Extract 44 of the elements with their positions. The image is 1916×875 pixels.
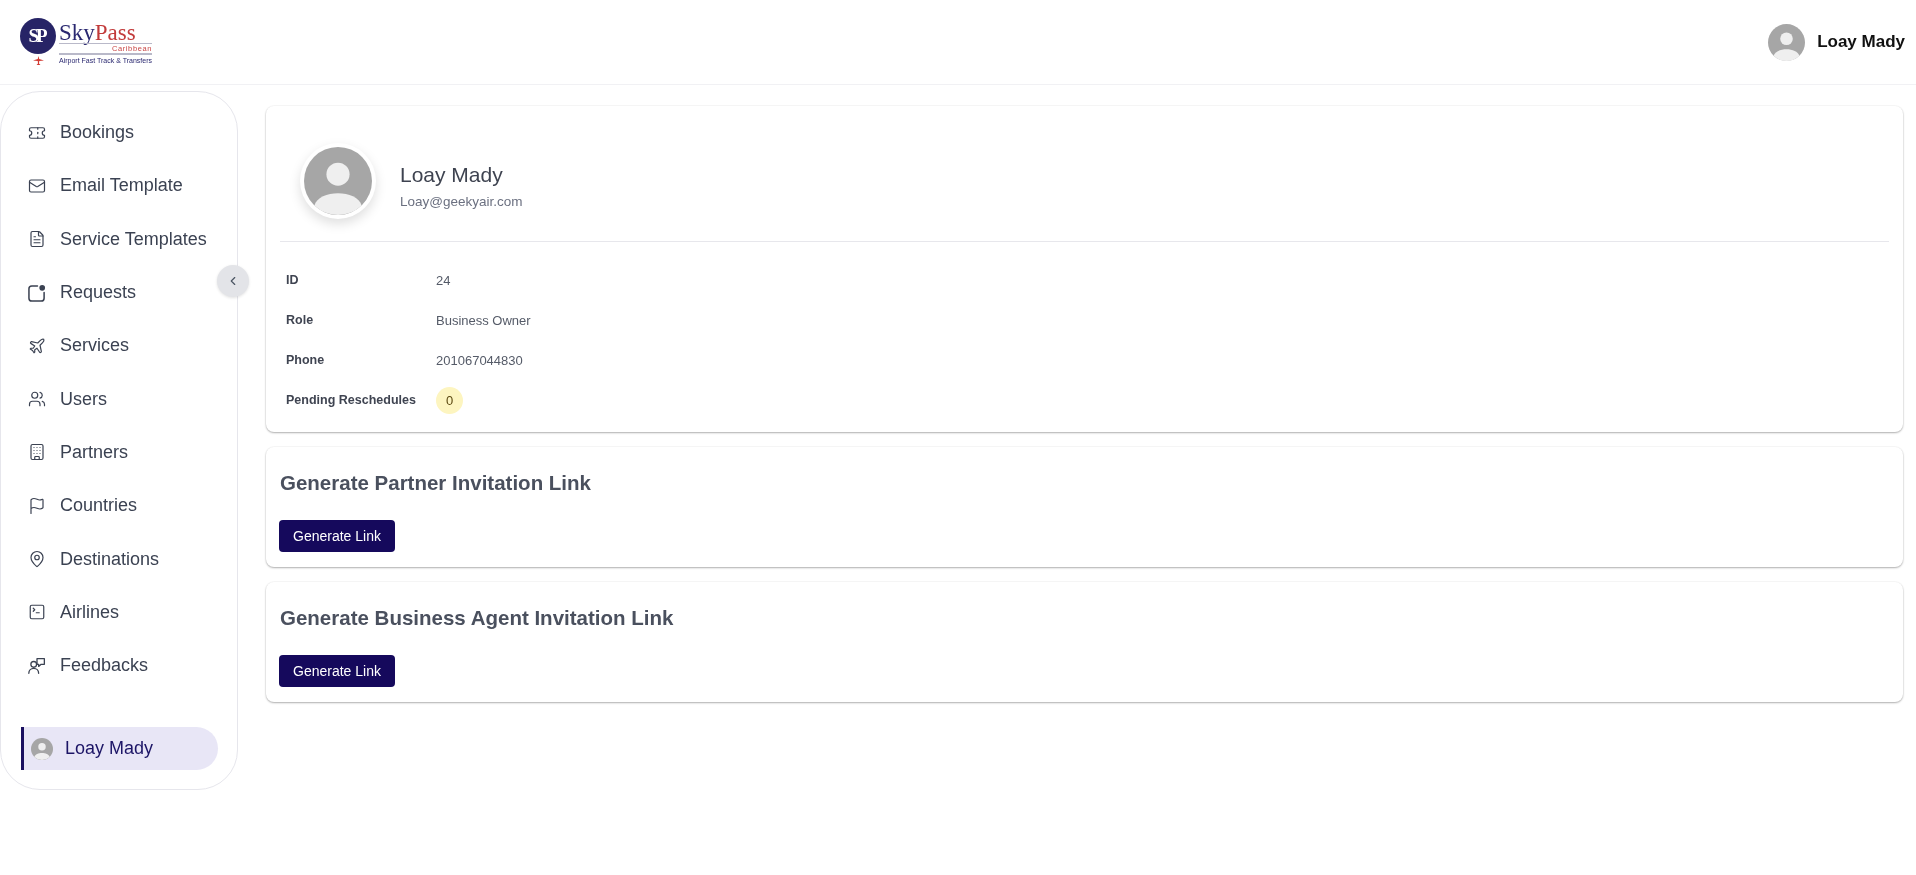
- sidebar-item[interactable]: Countries: [28, 479, 138, 533]
- sidebar-item[interactable]: Users: [28, 372, 107, 426]
- generate-link-button[interactable]: Generate Link: [279, 655, 395, 687]
- plane-icon: [28, 336, 46, 355]
- avatar-icon: [300, 143, 376, 219]
- generate-link-button[interactable]: Generate Link: [279, 520, 395, 552]
- sidebar-item[interactable]: Services: [28, 319, 130, 373]
- sidebar-profile-item[interactable]: Loay Mady: [21, 727, 218, 770]
- logo-monogram: SP: [20, 17, 56, 54]
- avatar-icon: [31, 737, 53, 760]
- person-speech-bubble-icon: [28, 656, 46, 675]
- sidebar-item[interactable]: Partners: [28, 425, 129, 480]
- field-label: Phone: [286, 353, 326, 367]
- count-badge: 0: [436, 386, 463, 414]
- collapse-button[interactable]: [217, 265, 249, 297]
- section-title: Generate Partner Invitation Link: [280, 470, 591, 496]
- field-value: 24: [436, 272, 451, 288]
- section-title: Generate Business Agent Invitation Link: [280, 605, 674, 631]
- users-icon: [28, 390, 46, 409]
- document-icon: [28, 230, 46, 249]
- sidebar-item[interactable]: Bookings: [28, 106, 135, 160]
- sidebar-item[interactable]: Feedbacks: [28, 638, 149, 693]
- field-value: Business Owner: [436, 312, 531, 328]
- user-menu[interactable]: Loay Mady: [1768, 23, 1905, 61]
- field-label: ID: [286, 273, 300, 287]
- profile-name: Loay Mady: [400, 162, 503, 188]
- mail-icon: [28, 176, 46, 195]
- terminal-icon: [28, 603, 46, 622]
- flag-icon: [28, 496, 46, 515]
- field-label: Pending Reschedules: [286, 393, 417, 407]
- sidebar-item[interactable]: Service Templates: [28, 212, 207, 266]
- building-icon: [28, 443, 46, 462]
- logo-wordmark: SkyPass: [59, 22, 136, 43]
- field-label: Role: [286, 313, 315, 327]
- plane-icon: [32, 55, 44, 65]
- avatar-icon: [1768, 23, 1806, 61]
- profile-email: Loay@geekyair.com: [400, 193, 523, 211]
- sidebar-item[interactable]: Airlines: [28, 585, 120, 639]
- field-value: 201067044830: [436, 352, 523, 368]
- notification-square-icon: [28, 283, 46, 302]
- map-pin-icon: [28, 550, 46, 568]
- sidebar-item[interactable]: Email Template: [28, 159, 183, 213]
- sidebar-item[interactable]: Requests: [28, 265, 137, 320]
- sidebar-item[interactable]: Destinations: [28, 532, 160, 586]
